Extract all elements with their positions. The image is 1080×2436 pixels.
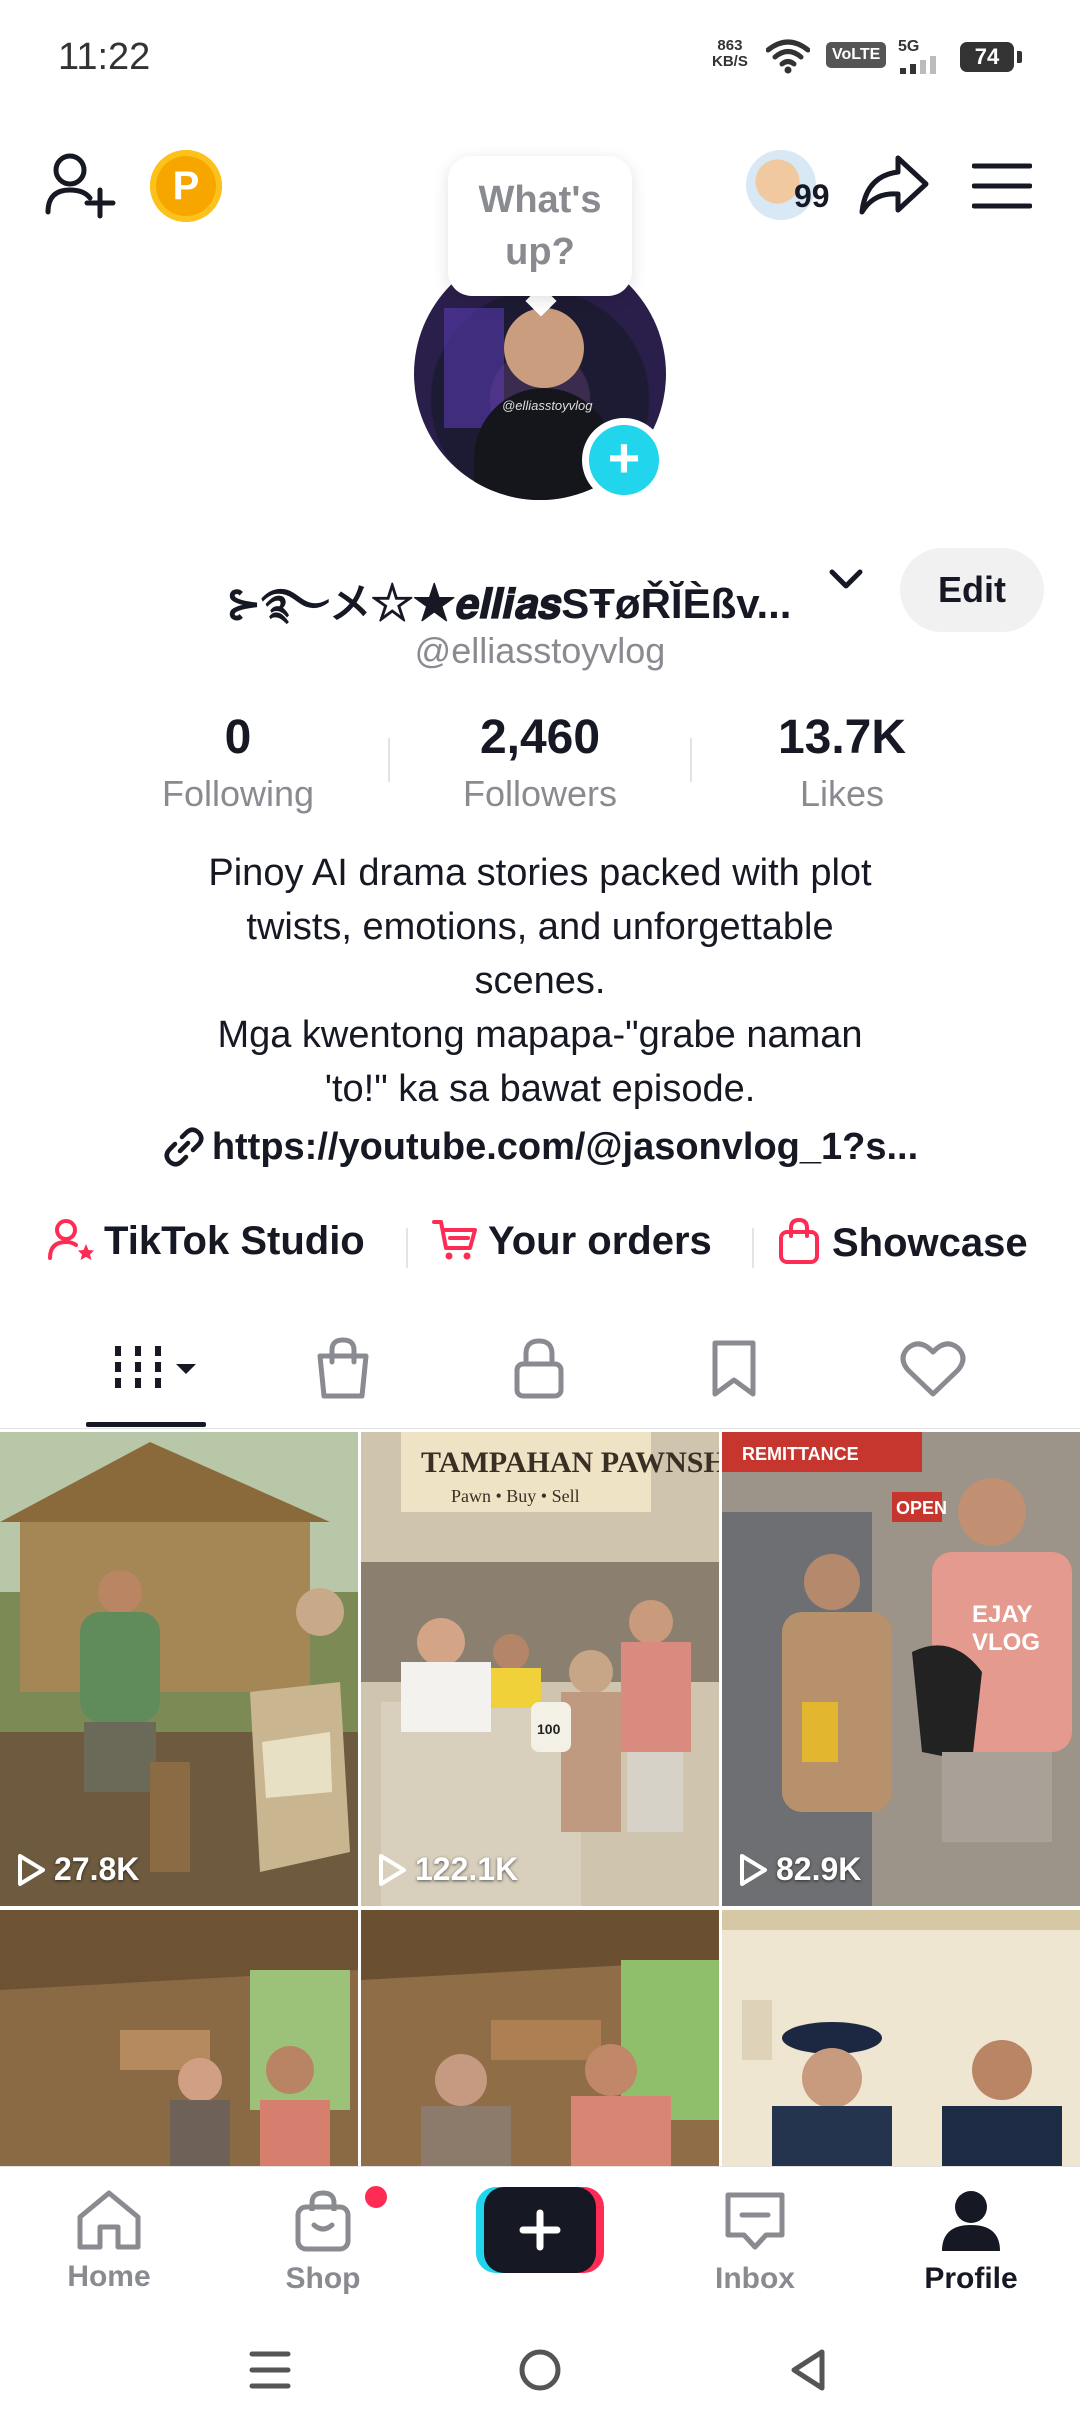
shirt-print-ejay: EJAY [972,1601,1033,1628]
video-thumbnail[interactable] [361,1910,719,2166]
clock: 11:22 [58,36,151,78]
shirt-print-vlog: VLOG [972,1629,1040,1656]
back-icon[interactable] [786,2346,830,2394]
nav-inbox[interactable]: Inbox [680,2189,830,2296]
play-icon [740,1853,767,1886]
profile-icon [942,2191,1000,2251]
studio-icon [48,1219,94,1260]
active-tab-indicator [86,1422,206,1427]
tab-videos-grid-icon[interactable] [112,1340,202,1400]
link-icon [164,1127,204,1167]
tiktok-studio-link[interactable]: TikTok Studio [48,1218,365,1264]
avatar-watermark: @elliasstoyvlog [502,398,593,413]
tab-favorites-bookmark-icon[interactable] [710,1338,758,1400]
wifi-icon [766,39,810,74]
home-icon [77,2190,141,2250]
stat-followers[interactable]: 2,460 Followers [390,710,690,815]
video-thumbnail[interactable]: TAMPAHAN PAWNSHOP Pawn • Buy • Sell 100 … [361,1432,719,1906]
video-thumbnail[interactable] [722,1910,1080,2166]
edit-profile-button[interactable]: Edit [900,548,1044,632]
pawnshop-sign: TAMPAHAN PAWNSHOP [421,1446,719,1479]
view-count: 82.9K [738,1851,861,1888]
video-thumbnail[interactable]: 27.8K [0,1432,358,1906]
bottom-nav: Home Shop Inbox Profile [0,2166,1080,2317]
chevron-down-icon[interactable] [826,566,866,594]
network-speed: 863 KB/S [712,37,748,70]
system-nav-bar [0,2316,1080,2436]
volte-badge: VoLTE [826,42,887,68]
showcase-link[interactable]: Showcase [778,1217,1028,1266]
username-handle: @elliasstoyvlog [414,630,666,671]
pawnshop-subtitle: Pawn • Buy • Sell [451,1486,580,1506]
play-icon [18,1853,45,1886]
shop-notification-dot [362,2183,390,2211]
status-bubble[interactable]: What's up? [448,156,632,296]
video-thumbnail-image [722,1910,1080,2166]
view-count: 27.8K [16,1851,139,1888]
video-thumbnail[interactable]: REMITTANCE OPEN EJAY VLOG 82.9K [722,1432,1080,1906]
play-icon [379,1853,406,1886]
status-bar: 11:22 863 KB/S VoLTE 5G 74 [0,0,1080,120]
money-bag-label: 100 [537,1721,561,1737]
divider [0,1428,1080,1429]
tab-liked-heart-icon[interactable] [900,1340,966,1398]
signal-icon [900,56,936,74]
divider [752,1228,754,1268]
video-thumbnail-image [0,1910,358,2166]
nav-profile[interactable]: Profile [896,2189,1046,2296]
add-friend-icon[interactable] [44,150,116,220]
recent-apps-icon[interactable] [248,2348,292,2392]
inbox-icon [725,2192,785,2250]
stat-following[interactable]: 0 Following [88,710,388,815]
shop-bag-icon [295,2190,351,2252]
add-story-button[interactable]: + [582,418,666,502]
video-thumbnail-image: TAMPAHAN PAWNSHOP Pawn • Buy • Sell 100 [361,1432,719,1906]
share-icon[interactable] [858,152,930,218]
battery-indicator: 74 [960,42,1022,72]
tab-shop-bag-icon[interactable] [314,1336,372,1400]
coin-icon[interactable]: P [150,150,222,222]
your-orders-link[interactable]: Your orders [432,1218,712,1264]
home-circle-icon[interactable] [516,2346,564,2394]
tab-private-lock-icon[interactable] [512,1336,566,1400]
video-thumbnail-image [361,1910,719,2166]
nav-home[interactable]: Home [34,2189,184,2294]
bio-link[interactable]: https://youtube.com/@jasonvlog_1?s... [0,1126,1080,1169]
video-thumbnail[interactable] [0,1910,358,2166]
video-thumbnail-image [0,1432,358,1906]
cart-icon [432,1220,477,1260]
open-sign: OPEN [896,1498,947,1518]
view-count: 122.1K [377,1851,518,1888]
shopping-bag-icon [779,1217,819,1264]
divider [406,1228,408,1268]
create-button[interactable] [476,2187,604,2273]
menu-icon[interactable] [972,162,1032,210]
bio: Pinoy AI drama stories packed with plot … [208,852,872,1110]
remittance-sign: REMITTANCE [742,1444,859,1464]
video-thumbnail-image: REMITTANCE OPEN EJAY VLOG [722,1432,1080,1906]
friends-count: 99 [794,178,830,214]
stat-likes[interactable]: 13.7K Likes [692,710,992,815]
